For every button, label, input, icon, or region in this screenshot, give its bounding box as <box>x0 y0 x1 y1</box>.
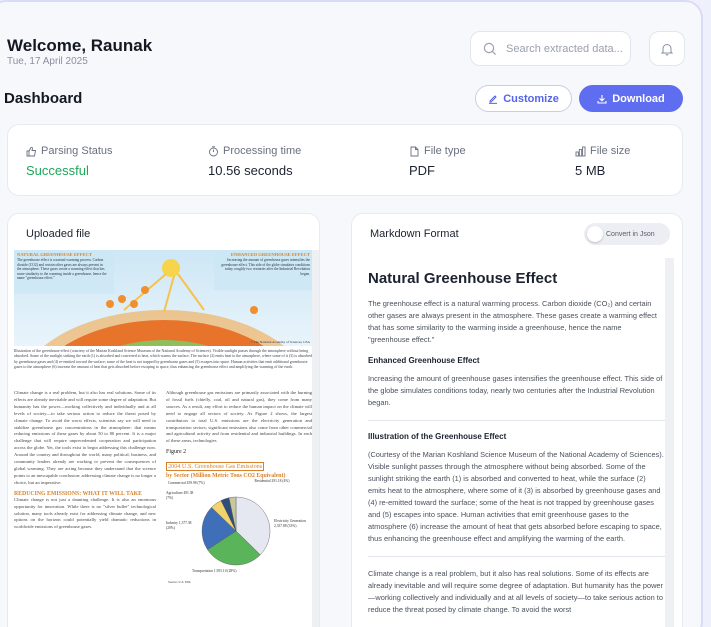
stopwatch-icon <box>209 145 218 156</box>
uploaded-file-panel: Uploaded file NATURAL GREENHOUSE EFFECT … <box>7 213 320 627</box>
column-2: Although greenhouse gas emissions are pr… <box>166 390 312 591</box>
banner-left-text: The greenhouse effect is a natural warmi… <box>17 258 107 280</box>
markdown-heading-1: Natural Greenhouse Effect <box>368 270 558 287</box>
search-input[interactable]: Search extracted data... <box>470 31 631 66</box>
search-placeholder: Search extracted data... <box>506 42 623 55</box>
customize-button[interactable]: Customize <box>475 85 572 112</box>
stat-value: Successful <box>26 163 89 178</box>
stat-label: File size <box>590 145 631 157</box>
download-button[interactable]: Download <box>579 85 683 112</box>
stat-label: Processing time <box>223 145 302 157</box>
stat-label: File type <box>424 145 466 157</box>
banner-left-title: NATURAL GREENHOUSE EFFECT <box>17 252 92 257</box>
panel-title: Uploaded file <box>26 228 91 240</box>
body-paragraph: Climate change is not just a daunting ch… <box>14 496 156 530</box>
greenhouse-illustration: NATURAL GREENHOUSE EFFECT The greenhouse… <box>14 250 313 346</box>
pie-chart: Residential 291.18 (4%) Commercial 459.9… <box>166 479 312 591</box>
download-label: Download <box>612 92 665 105</box>
figure-source: Source: U.S. EPA <box>168 580 191 585</box>
markdown-paragraph: (Courtesy of the Marian Koshland Science… <box>368 450 664 543</box>
stats-card: Parsing Status Successful Processing tim… <box>7 124 683 196</box>
notifications-button[interactable] <box>649 31 685 66</box>
markdown-scrollbar[interactable] <box>665 258 674 627</box>
current-date: Tue, 17 April 2025 <box>7 56 88 67</box>
bar-chart-icon <box>575 146 586 156</box>
file-icon <box>410 146 419 156</box>
section-heading: REDUCING EMISSIONS: WHAT IT WILL TAKE <box>14 490 142 497</box>
stat-parsing-status: Parsing Status Successful <box>26 145 113 178</box>
figure-label: Figure 2 <box>166 449 187 456</box>
divider <box>368 420 665 421</box>
markdown-paragraph: Increasing the amount of greenhouse gase… <box>368 374 663 407</box>
app-window: Welcome, Raunak Tue, 17 April 2025 Searc… <box>0 0 703 627</box>
body-paragraph: Although greenhouse gas emissions are pr… <box>166 390 312 444</box>
toggle-knob <box>587 226 603 242</box>
stat-label: Parsing Status <box>41 145 113 157</box>
panel-title: Markdown Format <box>370 228 459 240</box>
customize-label: Customize <box>503 92 559 105</box>
download-icon <box>597 94 607 104</box>
search-icon <box>483 42 497 55</box>
markdown-heading-3: Illustration of the Greenhouse Effect <box>368 432 507 441</box>
column-1: Climate change is a real problem, but it… <box>14 390 156 531</box>
image-credit: © The National Academy of Sciences, USA <box>250 340 310 344</box>
pie-label: Commercial 459.98 (7%) <box>168 481 205 486</box>
page-title: Dashboard <box>4 90 83 107</box>
pie-label: Residential 291.18 (4%) <box>254 479 290 484</box>
stat-file-type: File type PDF <box>409 145 466 178</box>
body-paragraph: Climate change is a real problem, but it… <box>14 390 156 485</box>
toggle-label: Convert in Json <box>606 230 655 238</box>
stat-value: PDF <box>409 163 435 178</box>
stat-file-size: File size 5 MB <box>575 145 630 178</box>
stat-processing-time: Processing time 10.56 seconds <box>208 145 301 178</box>
markdown-content: Natural Greenhouse Effect The greenhouse… <box>368 258 665 616</box>
markdown-panel: Markdown Format Convert in Json Natural … <box>351 213 683 627</box>
document-scrollbar[interactable] <box>312 250 319 627</box>
banner-right-text: Increasing the amount of greenhouse gase… <box>221 258 310 276</box>
pie-label: Industry 1,377.38 (20%) <box>166 521 192 530</box>
divider <box>368 556 665 557</box>
pencil-icon <box>489 94 498 104</box>
figure-caption: Illustration of the greenhouse effect (c… <box>14 349 313 369</box>
welcome-heading: Welcome, Raunak <box>7 36 153 55</box>
thumbs-up-icon <box>26 146 37 156</box>
convert-json-toggle[interactable]: Convert in Json <box>584 223 670 245</box>
pie-label: Electricity Generation 2,337.88 (33%) <box>274 519 306 528</box>
stat-value: 10.56 seconds <box>208 163 293 178</box>
banner-right-title: ENHANCED GREENHOUSE EFFECT <box>230 252 310 257</box>
stat-value: 5 MB <box>575 163 606 178</box>
markdown-paragraph: The greenhouse effect is a natural warmi… <box>368 299 657 344</box>
pie-label: Transportation 1,955.10 (28%) <box>192 569 237 574</box>
document-preview[interactable]: NATURAL GREENHOUSE EFFECT The greenhouse… <box>14 250 313 627</box>
markdown-paragraph: Climate change is a real problem, but it… <box>368 569 663 614</box>
bell-icon <box>660 43 674 55</box>
figure-title: 2004 U.S. Greenhouse Gas Emissions <box>166 462 265 472</box>
pie-label: Agriculture 491.38 (7%) <box>166 491 194 500</box>
markdown-heading-2: Enhanced Greenhouse Effect <box>368 356 480 365</box>
